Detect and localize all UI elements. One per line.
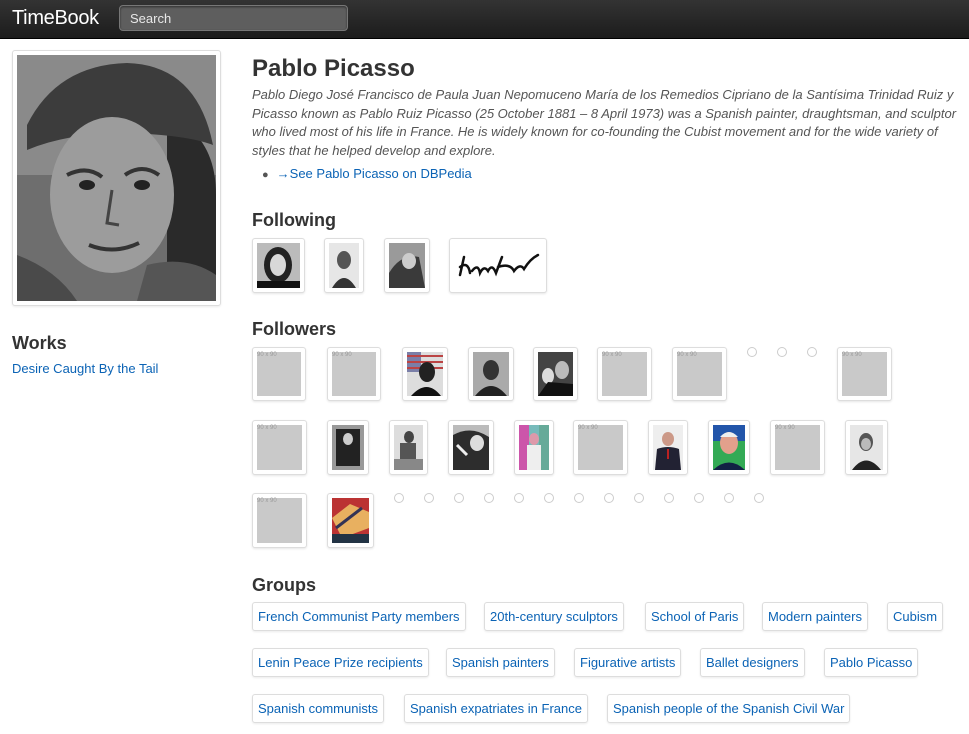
- following-avatar[interactable]: [252, 238, 305, 293]
- avatar-photo: [519, 425, 549, 470]
- follower-avatar[interactable]: [708, 420, 750, 475]
- group-tag[interactable]: Spanish painters: [446, 648, 555, 677]
- follower-avatar[interactable]: 90 x 90: [837, 347, 892, 401]
- empty-avatar-dot[interactable]: [454, 493, 464, 503]
- placeholder-image: 90 x 90: [775, 425, 820, 470]
- follower-avatar[interactable]: [402, 347, 448, 401]
- follower-avatar[interactable]: 90 x 90: [573, 420, 628, 475]
- follower-avatar[interactable]: 90 x 90: [252, 493, 307, 548]
- placeholder-image: 90 x 90: [257, 425, 302, 470]
- empty-avatar-dot[interactable]: [754, 493, 764, 503]
- group-tag[interactable]: French Communist Party members: [252, 602, 466, 631]
- dbpedia-link[interactable]: →See Pablo Picasso on DBPedia: [277, 166, 472, 181]
- empty-avatar-dot[interactable]: [694, 493, 704, 503]
- avatar-photo: [332, 425, 364, 470]
- following-heading: Following: [252, 210, 336, 230]
- group-tag[interactable]: Cubism: [887, 602, 944, 631]
- avatar-photo: [453, 425, 489, 470]
- follower-avatar[interactable]: [514, 420, 554, 475]
- empty-avatar-dot[interactable]: [634, 493, 644, 503]
- followers-heading: Followers: [252, 319, 337, 339]
- following-signature[interactable]: [449, 238, 547, 293]
- group-tag[interactable]: Ballet designers: [700, 648, 805, 677]
- brand-logo[interactable]: TimeBook: [12, 7, 99, 30]
- empty-avatar-dot[interactable]: [807, 347, 817, 357]
- follower-avatar[interactable]: [468, 347, 514, 401]
- portrait-photo: [17, 55, 216, 301]
- avatar-photo: [850, 425, 883, 470]
- avatar-photo: [257, 243, 300, 288]
- avatar-photo: [653, 425, 683, 470]
- placeholder-image: 90 x 90: [332, 352, 376, 396]
- group-tag[interactable]: School of Paris: [645, 602, 745, 631]
- profile-portrait: [12, 50, 221, 306]
- empty-avatar-dot[interactable]: [514, 493, 524, 503]
- avatar-photo: [713, 425, 745, 470]
- empty-avatar-dot[interactable]: [724, 493, 734, 503]
- empty-avatar-dot[interactable]: [664, 493, 674, 503]
- avatar-photo: [473, 352, 509, 396]
- search-input[interactable]: [119, 5, 348, 31]
- top-navbar: TimeBook: [0, 0, 969, 39]
- dbpedia-list-item: ● →See Pablo Picasso on DBPedia: [262, 166, 472, 181]
- group-tag[interactable]: 20th-century sculptors: [484, 602, 624, 631]
- empty-avatar-dot[interactable]: [484, 493, 494, 503]
- group-tag[interactable]: Spanish communists: [252, 694, 384, 723]
- empty-avatar-dot[interactable]: [544, 493, 554, 503]
- placeholder-image: 90 x 90: [677, 352, 722, 396]
- follower-avatar[interactable]: 90 x 90: [770, 420, 825, 475]
- avatar-photo: [332, 498, 369, 543]
- avatar-photo: [407, 352, 443, 396]
- empty-avatar-dot[interactable]: [604, 493, 614, 503]
- follower-avatar[interactable]: 90 x 90: [327, 347, 381, 401]
- group-tag[interactable]: Lenin Peace Prize recipients: [252, 648, 429, 677]
- empty-avatar-dot[interactable]: [394, 493, 404, 503]
- avatar-photo: [389, 243, 425, 288]
- follower-avatar[interactable]: [533, 347, 578, 401]
- person-bio: Pablo Diego José Francisco de Paula Juan…: [252, 87, 957, 158]
- follower-avatar[interactable]: 90 x 90: [597, 347, 652, 401]
- follower-avatar[interactable]: [389, 420, 428, 475]
- follower-avatar[interactable]: [845, 420, 888, 475]
- following-avatar[interactable]: [384, 238, 430, 293]
- signature-image: [454, 243, 542, 288]
- follower-avatar[interactable]: [648, 420, 688, 475]
- work-link[interactable]: Desire Caught By the Tail: [12, 361, 158, 376]
- bullet-icon: ●: [262, 169, 269, 181]
- follower-avatar[interactable]: [327, 420, 369, 475]
- groups-heading: Groups: [252, 575, 317, 595]
- avatar-photo: [329, 243, 359, 288]
- group-tag[interactable]: Figurative artists: [574, 648, 682, 677]
- placeholder-image: 90 x 90: [257, 498, 302, 543]
- follower-avatar[interactable]: [448, 420, 494, 475]
- empty-avatar-dot[interactable]: [747, 347, 757, 357]
- empty-avatar-dot[interactable]: [424, 493, 434, 503]
- person-name: Pablo Picasso: [252, 55, 415, 82]
- placeholder-image: 90 x 90: [602, 352, 647, 396]
- group-tag[interactable]: Pablo Picasso: [824, 648, 919, 677]
- avatar-photo: [394, 425, 423, 470]
- follower-avatar[interactable]: [327, 493, 374, 548]
- group-tag[interactable]: Spanish expatriates in France: [404, 694, 588, 723]
- works-heading: Works: [12, 333, 67, 353]
- following-avatar[interactable]: [324, 238, 364, 293]
- follower-avatar[interactable]: 90 x 90: [252, 347, 306, 401]
- group-tag[interactable]: Modern painters: [762, 602, 868, 631]
- placeholder-image: 90 x 90: [578, 425, 623, 470]
- group-tag[interactable]: Spanish people of the Spanish Civil War: [607, 694, 851, 723]
- avatar-photo: [538, 352, 573, 396]
- placeholder-image: 90 x 90: [842, 352, 887, 396]
- placeholder-image: 90 x 90: [257, 352, 301, 396]
- follower-avatar[interactable]: 90 x 90: [672, 347, 727, 401]
- empty-avatar-dot[interactable]: [574, 493, 584, 503]
- empty-avatar-dot[interactable]: [777, 347, 787, 357]
- follower-avatar[interactable]: 90 x 90: [252, 420, 307, 475]
